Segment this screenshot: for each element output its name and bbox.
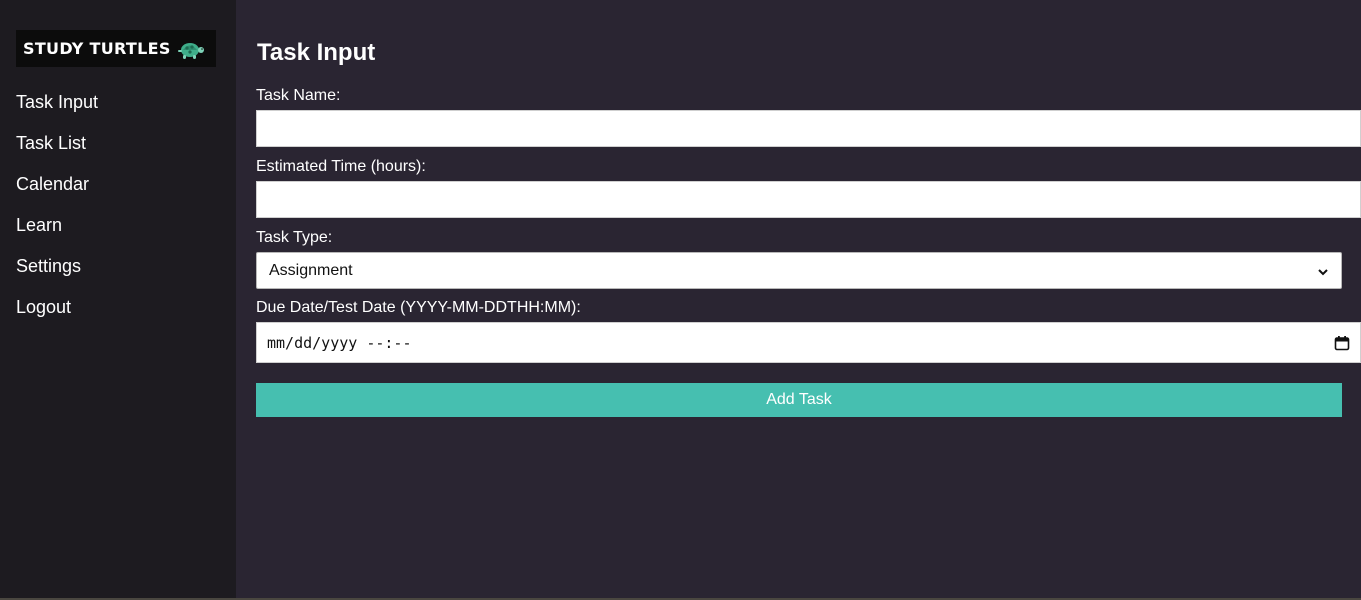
logo[interactable]: STUDY TURTLES [16,30,216,67]
sidebar-item-task-list[interactable]: Task List [16,129,98,170]
chevron-down-icon [1317,265,1329,277]
task-input-form: Task Input Task Name: Estimated Time (ho… [256,0,1361,598]
app-window: STUDY TURTLES Task Input Task List Calen… [0,0,1361,600]
add-task-button[interactable]: Add Task [256,383,1342,417]
calendar-icon[interactable] [1334,335,1350,351]
due-date-placeholder: mm/dd/yyyy --:-- [267,333,412,352]
task-type-label: Task Type: [256,229,333,246]
due-date-input[interactable]: mm/dd/yyyy --:-- [256,322,1361,363]
turtle-icon [177,38,205,60]
sidebar-item-learn[interactable]: Learn [16,211,98,252]
task-name-label: Task Name: [256,87,341,104]
page-title: Task Input [257,39,376,66]
task-name-input[interactable] [256,110,1361,147]
sidebar-item-calendar[interactable]: Calendar [16,170,98,211]
task-type-select[interactable]: Assignment [256,252,1342,289]
due-date-label: Due Date/Test Date (YYYY-MM-DDTHH:MM): [256,299,581,316]
estimated-time-label: Estimated Time (hours): [256,158,426,175]
sidebar-item-settings[interactable]: Settings [16,252,98,293]
estimated-time-input[interactable] [256,181,1361,218]
sidebar-item-task-input[interactable]: Task Input [16,88,98,129]
task-type-selected-value: Assignment [269,261,353,279]
logo-text: STUDY TURTLES [23,39,171,58]
sidebar-nav: Task Input Task List Calendar Learn Sett… [16,88,98,334]
sidebar-item-logout[interactable]: Logout [16,293,98,334]
sidebar: STUDY TURTLES Task Input Task List Calen… [0,0,236,598]
